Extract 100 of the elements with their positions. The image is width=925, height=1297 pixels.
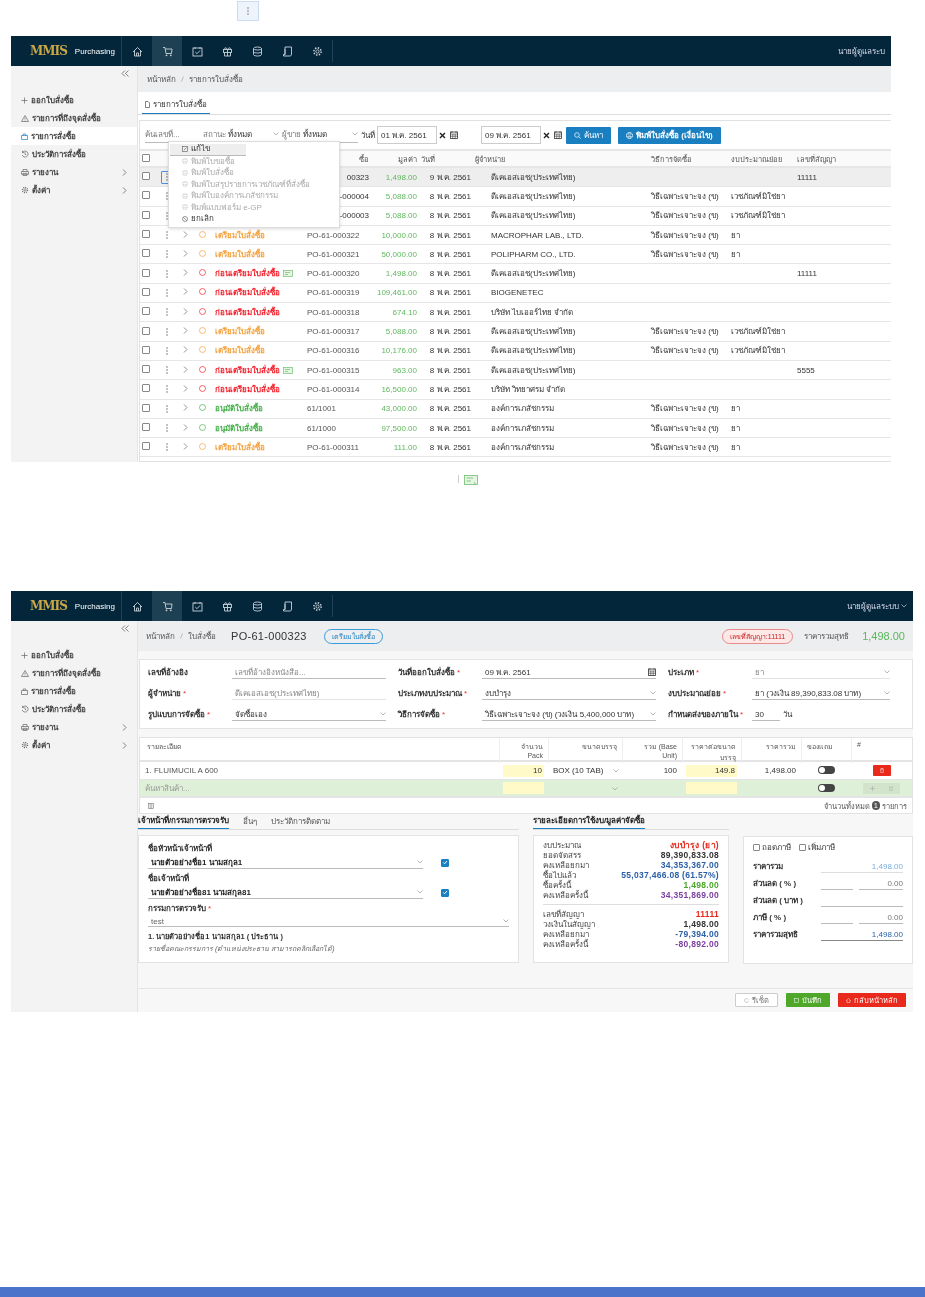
nav-tab[interactable] [152,591,182,621]
sidebar-item[interactable]: ออกใบสั่งซื้อ [11,646,137,664]
table-row[interactable]: ก่อนเตรียมใบสั่งซื้อ PO-61-000319 109,461.00 8 พ.ค. 2561 BIOGENETEC [140,283,891,304]
sidebar-item[interactable]: ตั้งค่า [11,736,137,754]
collapse-icon[interactable] [121,625,129,632]
checkbox[interactable] [142,172,150,181]
date-field[interactable]: 01 พ.ค. 2561 [377,126,437,144]
clear-icon[interactable] [439,131,446,139]
price-field[interactable] [686,782,737,794]
columns-icon[interactable] [148,802,154,809]
sidebar-item[interactable]: ประวัติการสั่งซื้อ [11,700,137,718]
input-field[interactable]: 30 [752,708,780,721]
cart-icon[interactable] [161,45,173,57]
checkbox[interactable] [441,858,449,867]
unit-select[interactable]: BOX (10 TAB) [548,766,622,775]
database-icon[interactable] [251,45,263,57]
calendar-icon[interactable] [648,668,656,676]
input-field[interactable]: เลขที่อ้างอิงหนังสือ... [232,666,386,679]
calendar-icon[interactable] [553,131,562,139]
date-field[interactable]: 09 พ.ค. 2561 [482,666,656,679]
settings-icon[interactable] [311,45,323,57]
table-row[interactable]: เตรียมใบสั่งซื้อ PO-61-000321 50,000.00 8 พ.ค. 2561 POLIPHARM CO., LTD. วิธีเฉพาะเจาะจง (ข) ยา [140,245,891,265]
table-row[interactable]: เตรียมใบสั่งซื้อ PO-61-000316 10,176.00 8 พ.ค. 2561 ดีเคเอสเอช(ประเทศไทย) วิธีเฉพาะเจาะจง (ข) เวชภัณฑ์มิใช่ยา [140,341,891,361]
tab[interactable]: ประวัติการติดตาม [271,815,331,829]
sidebar-item[interactable]: รายงาน [11,718,137,736]
home-icon[interactable] [131,600,143,612]
checkbox[interactable] [142,442,150,451]
user-name[interactable]: นายผู้ดูแลระบบ [847,599,899,613]
tab[interactable]: เจ้าหน้าที่/กรรมการตรวจรับ [138,814,230,829]
calendar-icon[interactable] [449,131,458,139]
table-row[interactable]: ก่อนเตรียมใบสั่งซื้อ PO-61-000318 674.10 8 พ.ค. 2561 บริษัท ไบเออร์ไทย จำกัด [140,303,891,323]
breadcrumb-link[interactable]: หน้าหลัก [146,629,175,643]
select-field[interactable]: นายตัวอย่างชื่อ81 นามสกุล81 [148,886,423,899]
sidebar-item[interactable]: รายการสั่งซื้อ [11,682,137,700]
select-field[interactable]: วิธีเฉพาะเจาะจง (ข) (วงเงิน 5,400,000 บาท) [482,708,656,721]
checkbox[interactable] [142,268,150,277]
quantity-field[interactable] [503,782,544,794]
tab[interactable]: รายการใบสั่งซื้อ [142,98,210,114]
gift-icon[interactable] [221,600,233,612]
table-row[interactable]: เตรียมใบสั่งซื้อ PO-61-000311 111.00 8 พ.ค. 2561 องค์การเภสัชกรรม วิธีเฉพาะเจาะจง (ข) ยา [140,438,891,458]
select-field[interactable]: งบบำรุง [482,687,656,700]
menu-item[interactable]: ยกเลิก [170,213,338,225]
sidebar-item[interactable]: รายการสั่งซื้อ [11,127,137,145]
toggle-switch[interactable] [817,783,835,792]
select-all-checkbox[interactable] [142,153,150,162]
checkbox[interactable] [142,230,150,239]
sidebar-item[interactable]: ออกใบสั่งซื้อ [11,91,137,109]
breadcrumb-link[interactable]: หน้าหลัก [147,72,176,86]
date-field[interactable]: 09 พ.ค. 2561 [481,126,541,144]
user-name[interactable]: นายผู้ดูแลระบ [838,44,885,58]
gift-icon[interactable] [221,45,233,57]
table-row[interactable]: เตรียมใบสั่งซื้อ PO-61-000317 5,088.00 8 พ.ค. 2561 ดีเคเอสเอช(ประเทศไทย) วิธีเฉพาะเจาะจง (ข) เวชภัณฑ์มิใช่ยา [140,322,891,342]
calendar-check-icon[interactable] [191,45,203,57]
document-icon[interactable] [281,600,293,612]
toggle-switch[interactable] [817,766,835,774]
sidebar-item[interactable]: รายการที่ถึงจุดสั่งซื้อ [11,109,137,127]
input-field[interactable]: 0.00 [859,879,903,890]
select-field[interactable]: ยา (วงเงิน 89,390,833.08 บาท) [752,687,890,700]
select-field[interactable]: นายตัวอย่างชื่อ1 นามสกุล1 [148,856,423,869]
database-icon[interactable] [251,600,263,612]
tab[interactable]: รายละเอียดการใช้งบ/มูลค่าจัดซื้อ [533,814,646,829]
home-icon[interactable] [131,45,143,57]
checkbox[interactable] [441,888,449,897]
tab[interactable]: อื่นๆ [243,815,258,829]
sidebar-item[interactable]: รายการที่ถึงจุดสั่งซื้อ [11,664,137,682]
select-field[interactable]: จัดซื้อเอง [232,708,386,721]
clear-icon[interactable] [543,131,550,139]
checkbox[interactable] [142,307,150,316]
table-row[interactable]: ก่อนเตรียมใบสั่งซื้อ PO-61-000315 963.00 8 พ.ค. 2561 ดีเคเอสเอช(ประเทศไทย) 5555 [140,360,891,381]
checkbox[interactable] [142,403,150,412]
checkbox[interactable] [142,345,150,354]
checkbox[interactable] [753,844,760,851]
checkbox[interactable] [142,287,150,296]
collapse-icon[interactable] [121,70,129,77]
search-button[interactable]: ค้นหา [566,126,611,144]
checkbox[interactable] [142,210,150,219]
price-field[interactable]: 149.8 [686,764,737,777]
table-row[interactable]: ก่อนเตรียมใบสั่งซื้อ PO-61-000320 1,498.00 8 พ.ค. 2561 ดีเคเอสเอช(ประเทศไทย) 11111 [140,264,891,284]
table-row[interactable]: ก่อนเตรียมใบสั่งซื้อ PO-61-000314 16,500.00 8 พ.ค. 2561 บริษัท วิทยาศรม จำกัด [140,380,891,400]
sidebar-item[interactable]: ตั้งค่า [11,181,137,199]
sidebar-item[interactable]: ประวัติการสั่งซื้อ [11,145,137,163]
menu-item[interactable]: แก้ไข [170,144,246,156]
calendar-check-icon[interactable] [191,600,203,612]
print-button[interactable]: พิมพ์ใบสั่งซื้อ (เงื่อนไข) [618,126,721,144]
table-row[interactable]: อนุมัติใบสั่งซื้อ 61/1001 43,000.00 8 พ.ค. 2561 องค์การเภสัชกรรม วิธีเฉพาะเจาะจง (ข) ยา [140,399,891,419]
quantity-field[interactable]: 10 [503,764,544,777]
checkbox[interactable] [142,249,150,258]
input-field[interactable]: 0.00 [859,913,903,924]
checkbox[interactable] [142,191,150,200]
delete-button[interactable] [872,765,891,776]
document-icon[interactable] [281,45,293,57]
checkbox[interactable] [142,423,150,431]
checkbox[interactable] [799,844,806,851]
checkbox[interactable] [142,365,150,374]
checkbox[interactable] [142,326,150,335]
sidebar-item[interactable]: รายงาน [11,163,137,181]
select-field[interactable]: test [148,916,509,927]
cart-icon[interactable] [161,600,173,612]
checkbox[interactable] [142,384,150,393]
nav-tab[interactable] [152,36,182,66]
